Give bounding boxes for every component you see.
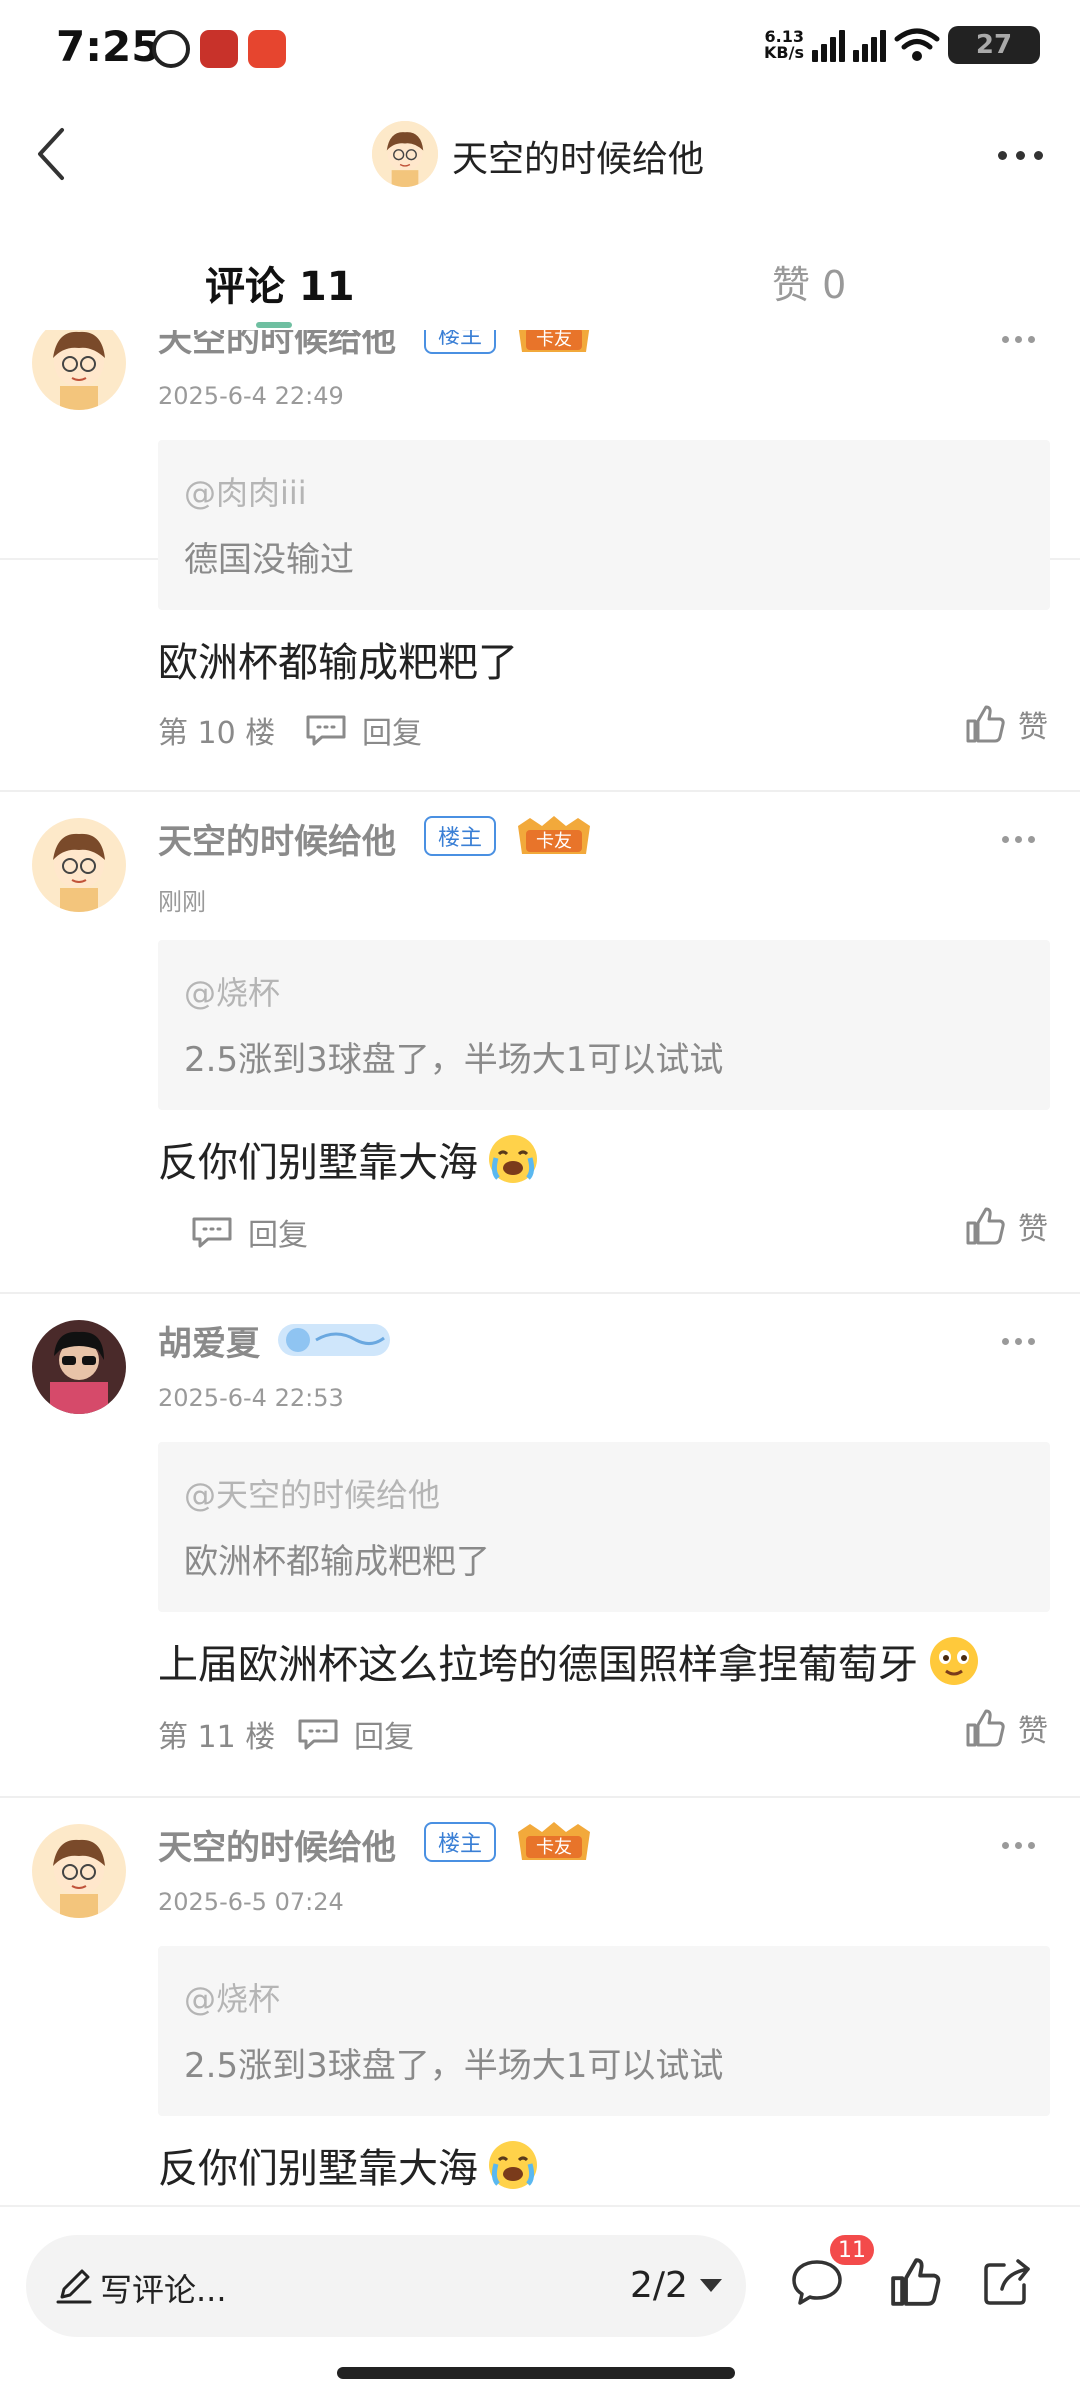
post-more-button[interactable]: [988, 330, 1048, 354]
share-button[interactable]: [972, 2247, 1042, 2317]
quote-user: @烧杯: [184, 1980, 281, 2018]
comment-icon: [298, 1719, 338, 1750]
avatar[interactable]: [32, 1824, 126, 1918]
quoted-comment: @天空的时候给他 欧洲杯都输成粑粑了: [158, 1442, 1050, 1612]
username[interactable]: 胡爱夏: [158, 1316, 260, 1365]
pencil-icon: [56, 2269, 92, 2304]
app-notification-icon: [248, 30, 286, 68]
svg-text:卡友: 卡友: [536, 831, 572, 852]
card-friend-badge: 卡友: [518, 1822, 590, 1860]
battery-icon: 27: [948, 26, 1040, 64]
list-item: 天空的时候给他 楼主 卡友 刚刚 @烧杯 2.5涨到3球盘了，半场大1可以试试 …: [0, 790, 1080, 1294]
user-medal-icon: [278, 1324, 390, 1356]
quote-user: @肉肉iii: [184, 474, 307, 512]
battery-level: 27: [975, 30, 1013, 60]
quoted-comment: @肉肉iii 德国没输过: [158, 440, 1050, 610]
status-bar: 7:25 6.13 KB/s 27: [0, 0, 1080, 100]
avatar[interactable]: [372, 121, 438, 187]
comment-input[interactable]: 写评论... 2/2: [26, 2235, 746, 2337]
avatar[interactable]: [32, 818, 126, 912]
list-item: 天空的时候给他 楼主 卡友 2025-6-5 07:24 @烧杯 2.5涨到3球…: [0, 1796, 1080, 2205]
list-item: 胡爱夏 2025-6-4 22:53 @天空的时候给他 欧洲杯都输成粑粑了 上届…: [0, 1292, 1080, 1798]
tab-indicator: [256, 322, 292, 328]
signal-icon: [853, 28, 886, 62]
status-time: 7:25: [56, 22, 161, 71]
clock-app-icon: [152, 30, 190, 68]
quote-text: 2.5涨到3球盘了，半场大1可以试试: [184, 1040, 724, 1080]
comment-text: 欧洲杯都输成粑粑了: [158, 640, 518, 686]
more-horizontal-icon: [997, 150, 1007, 160]
post-more-button[interactable]: [988, 1326, 1048, 1356]
quote-user: @烧杯: [184, 974, 281, 1012]
like-post-button[interactable]: [880, 2247, 950, 2317]
quote-text: 德国没输过: [184, 540, 354, 580]
thumbs-up-icon: [891, 2258, 941, 2306]
avatar[interactable]: [32, 330, 126, 410]
comment-icon: [306, 715, 346, 746]
comment-input-placeholder: 写评论...: [100, 2271, 227, 2309]
card-friend-badge: 卡友: [518, 816, 590, 854]
owner-badge: 楼主: [424, 1822, 496, 1862]
like-button[interactable]: 赞: [964, 702, 1048, 746]
card-friend-badge: 卡友: [518, 330, 590, 352]
quote-text: 2.5涨到3球盘了，半场大1可以试试: [184, 2046, 724, 2086]
reply-button[interactable]: 回复: [296, 1712, 414, 1756]
sly-emoji-icon: [930, 1637, 978, 1685]
page-title: 天空的时候给他: [452, 139, 705, 180]
tab-comments[interactable]: 评论 11: [205, 254, 355, 312]
wifi-icon: [894, 28, 940, 61]
like-button[interactable]: 赞: [964, 1204, 1048, 1248]
tab-bar: 评论 11 赞 0: [0, 230, 1080, 560]
floor-number: 第 10 楼: [158, 716, 276, 751]
reply-button[interactable]: 回复: [304, 708, 422, 752]
share-icon: [984, 2259, 1030, 2305]
quote-text: 欧洲杯都输成粑粑了: [184, 1542, 490, 1582]
network-speed: 6.13 KB/s: [764, 27, 804, 62]
username[interactable]: 天空的时候给他: [158, 814, 396, 863]
comment-text: 反你们别墅靠大海: [158, 1130, 540, 1188]
list-item: 天空的时候给他 楼主 卡友 2025-6-4 22:49 @肉肉iii 德国没输…: [0, 330, 1080, 792]
post-time: 刚刚: [158, 888, 206, 916]
comment-text: 上届欧洲杯这么拉垮的德国照样拿捏葡萄牙: [158, 1632, 982, 1690]
like-button[interactable]: 赞: [964, 1706, 1048, 1750]
post-time: 2025-6-4 22:53: [158, 1384, 344, 1412]
avatar[interactable]: [32, 1320, 126, 1414]
reply-button[interactable]: 回复: [190, 1210, 308, 1254]
svg-text:卡友: 卡友: [536, 330, 572, 350]
quoted-comment: @烧杯 2.5涨到3球盘了，半场大1可以试试: [158, 940, 1050, 1110]
app-notification-icon: [200, 30, 238, 68]
post-more-button[interactable]: [988, 824, 1048, 854]
username[interactable]: 天空的时候给他: [158, 1820, 396, 1869]
owner-badge: 楼主: [424, 330, 496, 354]
svg-text:卡友: 卡友: [536, 1837, 572, 1858]
page-selector[interactable]: 2/2: [630, 2265, 722, 2306]
post-time: 2025-6-4 22:49: [158, 382, 344, 410]
thumbs-up-icon: [966, 1207, 1005, 1245]
caret-down-icon: [699, 2279, 722, 2292]
crying-emoji-icon: [489, 2141, 537, 2189]
signal-icon: [812, 28, 845, 62]
crying-emoji-icon: [489, 1135, 537, 1183]
comment-count-badge: 11: [830, 2235, 874, 2265]
comment-text: 反你们别墅靠大海: [158, 2136, 540, 2194]
owner-badge: 楼主: [424, 816, 496, 856]
thumbs-up-icon: [966, 705, 1005, 743]
username[interactable]: 天空的时候给他: [158, 330, 396, 361]
top-nav: 天空的时候给他: [0, 100, 1080, 210]
post-more-button[interactable]: [988, 1830, 1048, 1860]
quoted-comment: @烧杯 2.5涨到3球盘了，半场大1可以试试: [158, 1946, 1050, 2116]
more-button[interactable]: [980, 130, 1060, 180]
tab-likes[interactable]: 赞 0: [772, 254, 846, 309]
quote-user: @天空的时候给他: [184, 1476, 441, 1514]
thumbs-up-icon: [966, 1709, 1005, 1747]
comment-icon: [192, 1217, 232, 1248]
chevron-left-icon: [38, 128, 64, 180]
floor-number: 第 11 楼: [158, 1720, 276, 1755]
comment-list[interactable]: 天空的时候给他 楼主 卡友 2025-6-4 22:49 @肉肉iii 德国没输…: [0, 330, 1080, 2205]
home-indicator[interactable]: [337, 2367, 735, 2379]
back-button[interactable]: [20, 122, 84, 186]
post-time: 2025-6-5 07:24: [158, 1888, 344, 1916]
